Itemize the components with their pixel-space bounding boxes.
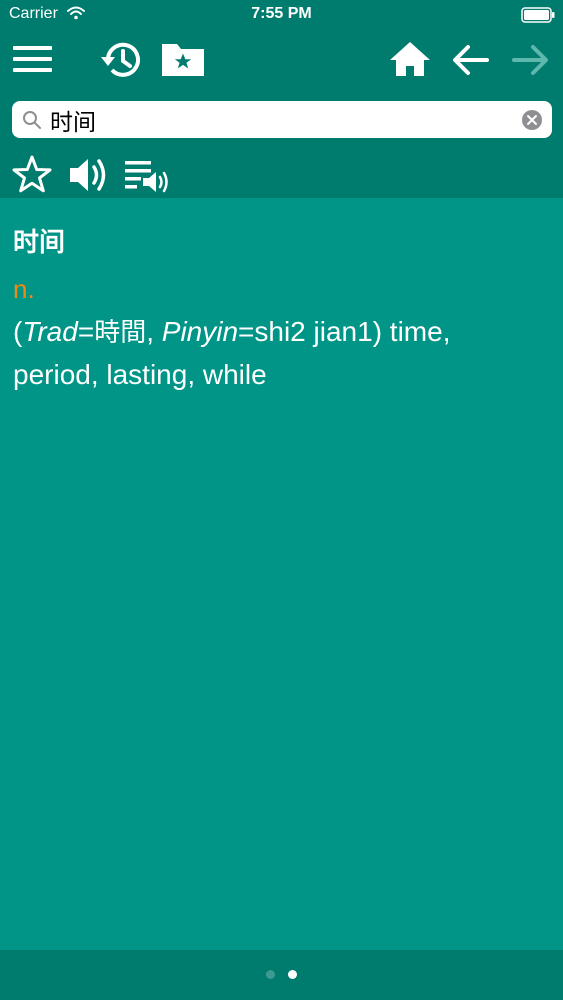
forward-arrow-icon	[512, 45, 548, 75]
pinyin-equals: =	[238, 316, 255, 347]
def-separator: ,	[146, 316, 162, 347]
part-of-speech: n.	[13, 274, 35, 304]
back-arrow-icon	[453, 45, 489, 75]
page-dot-2-active[interactable]	[288, 970, 297, 979]
add-favorite-button[interactable]	[10, 153, 54, 197]
back-button[interactable]	[450, 38, 492, 82]
trad-label: Trad	[22, 316, 78, 347]
favorites-folder-icon	[162, 44, 204, 76]
clear-search-icon[interactable]	[522, 110, 542, 130]
history-icon	[101, 42, 140, 77]
forward-button[interactable]	[509, 38, 551, 82]
speak-button[interactable]	[67, 153, 113, 197]
menu-icon	[13, 46, 52, 72]
pinyin-label: Pinyin	[161, 316, 239, 347]
search-input[interactable]	[50, 103, 520, 136]
speak-list-icon	[125, 161, 168, 193]
battery-icon	[521, 7, 555, 23]
traditional-form: 時間	[94, 318, 147, 348]
page-indicator-bar	[0, 950, 563, 1000]
home-icon	[390, 42, 430, 76]
status-bar: Carrier 7:55 PM	[0, 0, 563, 30]
trad-equals: =	[77, 316, 95, 347]
home-button[interactable]	[387, 38, 433, 82]
entry-headword: 时间	[13, 228, 66, 258]
favorites-button[interactable]	[160, 38, 206, 82]
def-paren-open: (	[13, 316, 23, 347]
search-icon	[23, 111, 41, 129]
speaker-icon	[70, 159, 106, 191]
entry-definition: (Trad=時間, Pinyin=shi2 jian1) time, perio…	[13, 311, 533, 395]
history-button[interactable]	[98, 38, 146, 82]
page-dot-1[interactable]	[266, 970, 275, 979]
top-bar: Carrier 7:55 PM	[0, 0, 563, 198]
menu-button[interactable]	[10, 38, 56, 82]
definition-panel: 时间 n. (Trad=時間, Pinyin=shi2 jian1) time,…	[0, 198, 563, 950]
clock: 7:55 PM	[251, 5, 312, 22]
star-icon	[12, 155, 52, 193]
speak-entry-button[interactable]	[123, 153, 171, 197]
search-bar	[12, 101, 552, 138]
pinyin-value: shi2 jian1	[254, 316, 373, 347]
